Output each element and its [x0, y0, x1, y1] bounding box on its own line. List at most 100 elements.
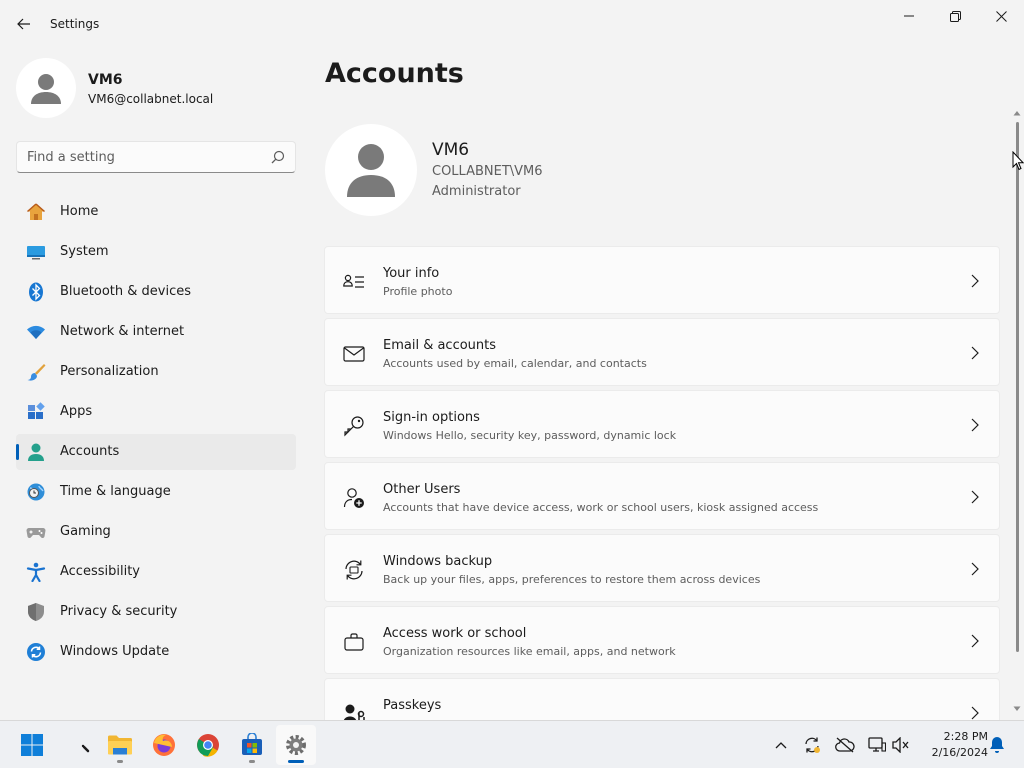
search-input[interactable]: [17, 143, 257, 171]
chevron-right-icon: [971, 634, 979, 648]
taskbar-store[interactable]: [232, 725, 272, 765]
start-icon: [21, 734, 43, 756]
sidebar-item-home[interactable]: Home: [16, 194, 296, 230]
sidebar-item-gaming[interactable]: Gaming: [16, 514, 296, 550]
globe-clock-icon: [27, 483, 45, 501]
sidebar-item-time-language[interactable]: Time & language: [16, 474, 296, 510]
widget-icon: [81, 744, 90, 753]
chevron-right-icon: [971, 346, 979, 360]
network-icon: [868, 737, 886, 752]
sidebar-item-windows-update[interactable]: Windows Update: [16, 634, 296, 670]
scroll-down-icon[interactable]: [1013, 706, 1021, 712]
gamepad-icon: [26, 528, 46, 539]
chevron-right-icon: [971, 418, 979, 432]
profile-email: VM6@collabnet.local: [88, 92, 214, 106]
chevron-right-icon: [971, 706, 979, 720]
card-your-info[interactable]: Your info Profile photo: [324, 246, 1000, 314]
accessibility-icon: [26, 562, 46, 582]
taskbar-chrome[interactable]: [188, 725, 228, 765]
home-icon: [27, 203, 45, 220]
backup-icon: [345, 560, 363, 580]
card-other-users[interactable]: Other Users Accounts that have device ac…: [324, 462, 1000, 530]
account-avatar: [325, 124, 417, 216]
sidebar-item-apps[interactable]: Apps: [16, 394, 296, 430]
notification-button[interactable]: [987, 735, 1007, 755]
update-icon: [27, 643, 45, 661]
mail-icon: [343, 346, 365, 362]
tray-volume[interactable]: [891, 735, 911, 755]
restore-button[interactable]: [932, 4, 978, 28]
passkey-icon: [343, 704, 365, 720]
store-icon: [242, 733, 262, 755]
account-header: VM6 COLLABNET\VM6 Administrator: [325, 124, 625, 216]
card-windows-backup[interactable]: Windows backup Back up your files, apps,…: [324, 534, 1000, 602]
apps-icon: [28, 402, 45, 419]
person-silhouette-icon: [347, 144, 395, 197]
minimize-icon: [904, 15, 914, 17]
sidebar-item-privacy-security[interactable]: Privacy & security: [16, 594, 296, 630]
account-name: VM6: [432, 140, 470, 160]
chevron-up-icon: [775, 742, 787, 749]
taskbar-settings[interactable]: [276, 725, 316, 765]
person-silhouette-icon: [31, 74, 61, 104]
briefcase-icon: [344, 633, 364, 651]
cloud-off-icon: [835, 737, 855, 753]
brush-icon: [27, 364, 46, 381]
taskbar-clock[interactable]: 2:28 PM 2/16/2024: [918, 729, 988, 761]
card-access-work-school[interactable]: Access work or school Organization resou…: [324, 606, 1000, 674]
settings-list: Your info Profile photo Email & accounts…: [324, 246, 1001, 720]
clock-date: 2/16/2024: [931, 746, 988, 759]
taskbar-file-explorer[interactable]: [100, 725, 140, 765]
back-button[interactable]: [12, 12, 36, 36]
bluetooth-icon: [29, 282, 43, 302]
start-button[interactable]: [12, 725, 52, 765]
restore-icon: [949, 10, 961, 22]
close-button[interactable]: [978, 4, 1024, 28]
sidebar-item-personalization[interactable]: Personalization: [16, 354, 296, 390]
bell-icon: [990, 737, 1004, 753]
account-domain: COLLABNET\VM6: [432, 164, 543, 179]
sync-icon: [805, 737, 820, 753]
tray-overflow-button[interactable]: [771, 735, 791, 755]
taskbar-firefox[interactable]: [144, 725, 184, 765]
tray-network[interactable]: [867, 735, 887, 755]
card-passkeys[interactable]: Passkeys: [324, 678, 1000, 720]
sidebar-item-bluetooth-devices[interactable]: Bluetooth & devices: [16, 274, 296, 310]
card-sign-in-options[interactable]: Sign-in options Windows Hello, security …: [324, 390, 1000, 458]
page-title: Accounts: [325, 58, 464, 89]
tray-onedrive[interactable]: [835, 735, 855, 755]
person-icon: [28, 443, 44, 461]
window-title: Settings: [50, 17, 100, 31]
sidebar-item-accessibility[interactable]: Accessibility: [16, 554, 296, 590]
running-indicator: [117, 760, 123, 763]
profile-name: VM6: [88, 72, 123, 88]
tray-sync[interactable]: [802, 735, 822, 755]
scrollbar[interactable]: [1013, 108, 1021, 720]
scroll-up-icon[interactable]: [1013, 110, 1021, 116]
sidebar-nav: Home System Bluetooth & devices Network …: [16, 194, 296, 674]
search-box[interactable]: [16, 141, 296, 173]
firefox-icon: [153, 734, 175, 756]
avatar: [16, 58, 76, 118]
running-indicator: [249, 760, 255, 763]
key-icon: [344, 416, 364, 437]
title-bar: Settings: [0, 0, 1024, 48]
mouse-cursor-icon: [1012, 151, 1024, 171]
close-icon: [995, 10, 1007, 22]
scroll-thumb[interactable]: [1016, 122, 1019, 652]
sidebar-item-system[interactable]: System: [16, 234, 296, 270]
card-email-accounts[interactable]: Email & accounts Accounts used by email,…: [324, 318, 1000, 386]
file-explorer-icon: [108, 735, 132, 755]
taskbar-widget[interactable]: [62, 725, 102, 765]
account-role: Administrator: [432, 184, 521, 199]
sidebar-item-accounts[interactable]: Accounts: [16, 434, 296, 470]
chevron-right-icon: [971, 274, 979, 288]
sidebar-item-network-internet[interactable]: Network & internet: [16, 314, 296, 350]
chevron-right-icon: [971, 562, 979, 576]
contact-card-icon: [343, 274, 364, 288]
minimize-button[interactable]: [886, 4, 932, 28]
clock-time: 2:28 PM: [943, 730, 988, 743]
chevron-right-icon: [971, 490, 979, 504]
chrome-icon: [197, 734, 219, 757]
back-arrow-icon: [17, 18, 30, 30]
